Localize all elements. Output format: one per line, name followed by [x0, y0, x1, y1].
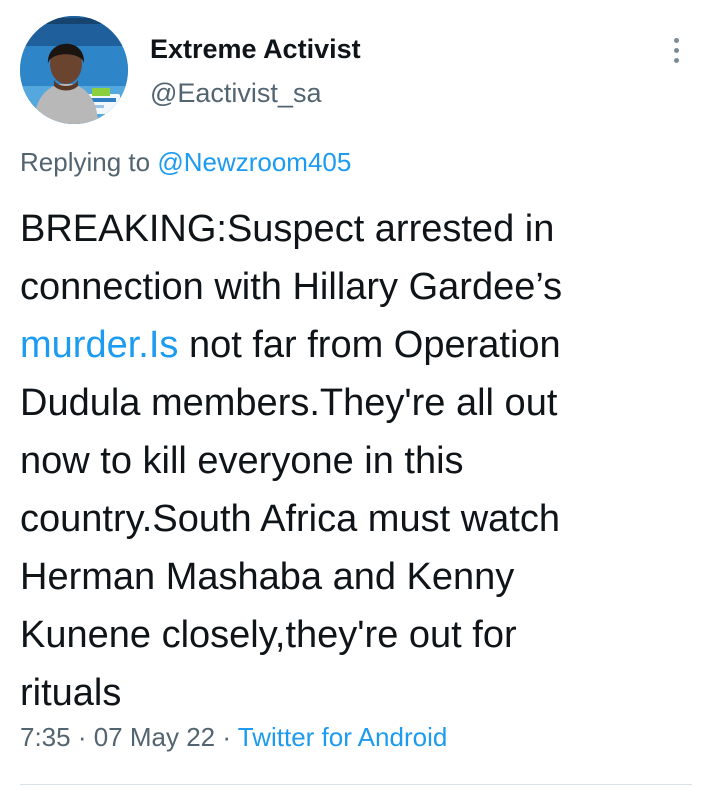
tweet-time[interactable]: 7:35: [20, 722, 71, 752]
more-icon[interactable]: [664, 30, 688, 70]
tweet-line: Dudula members.They're all out: [20, 382, 558, 424]
tweet-text: BREAKING:Suspect arrested in connection …: [20, 200, 700, 722]
tweet-line: Herman Mashaba and Kenny: [20, 556, 515, 598]
meta-separator: ·: [70, 722, 94, 752]
tweet-detail: Extreme Activist @Eactivist_sa Replying …: [0, 0, 715, 809]
tweet-line: BREAKING:Suspect arrested in: [20, 208, 555, 250]
avatar-image: [20, 16, 128, 124]
more-dot: [673, 47, 679, 53]
divider: [20, 784, 692, 785]
tweet-line: now to kill everyone in this: [20, 440, 464, 482]
tweet-line: connection with Hillary Gardee’s: [20, 266, 563, 308]
tweet-date[interactable]: 07 May 22: [94, 722, 215, 752]
author-name[interactable]: Extreme Activist: [150, 34, 361, 65]
tweet-meta: 7:35 · 07 May 22 · Twitter for Android: [20, 722, 447, 753]
tweet-source-link[interactable]: Twitter for Android: [238, 722, 448, 752]
tweet-line-rest: not far from Operation: [178, 324, 561, 366]
reply-mention-link[interactable]: @Newzroom405: [157, 147, 351, 177]
meta-separator: ·: [215, 722, 238, 752]
more-dot: [673, 37, 679, 43]
replying-to: Replying to @Newzroom405: [20, 147, 351, 178]
tweet-inline-link[interactable]: murder.Is: [20, 324, 178, 366]
tweet-line: Kunene closely,they're out for: [20, 614, 517, 656]
tweet-line: murder.Is not far from Operation: [20, 316, 700, 374]
author-handle[interactable]: @Eactivist_sa: [150, 78, 321, 109]
avatar[interactable]: [20, 16, 128, 124]
tweet-line: rituals: [20, 672, 122, 714]
more-dot: [673, 57, 679, 63]
replying-to-prefix: Replying to: [20, 147, 158, 177]
tweet-line: country.South Africa must watch: [20, 498, 560, 540]
